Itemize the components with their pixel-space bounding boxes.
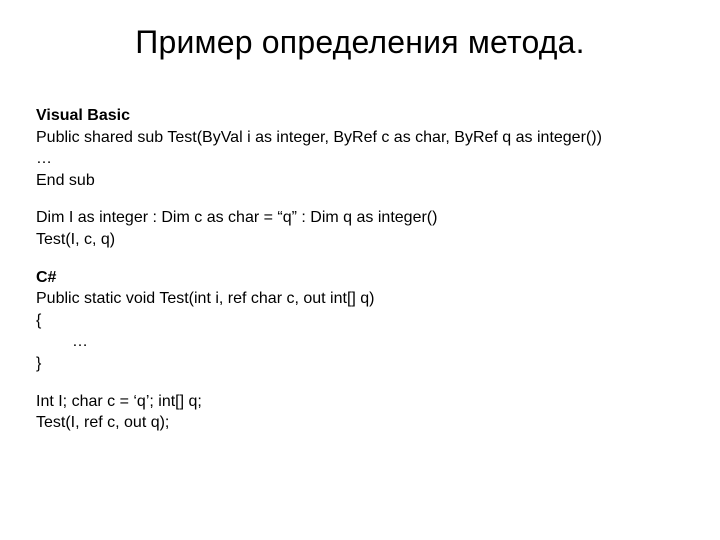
slide-title: Пример определения метода. <box>0 24 720 61</box>
vb-line-2: … <box>36 148 700 170</box>
csharp-line-2: { <box>36 310 700 332</box>
slide-body: Visual Basic Public shared sub Test(ByVa… <box>0 105 720 434</box>
vb-line-3: End sub <box>36 170 700 192</box>
vb-heading: Visual Basic <box>36 105 700 127</box>
csharp-line-3: … <box>36 331 700 353</box>
csharp-line-6: Test(I, ref c, out q); <box>36 412 700 434</box>
spacer <box>36 251 700 267</box>
spacer <box>36 375 700 391</box>
csharp-line-5: Int I; char c = ‘q’; int[] q; <box>36 391 700 413</box>
csharp-heading: C# <box>36 267 700 289</box>
csharp-line-4: } <box>36 353 700 375</box>
csharp-line-1: Public static void Test(int i, ref char … <box>36 288 700 310</box>
slide: Пример определения метода. Visual Basic … <box>0 24 720 540</box>
vb-line-1: Public shared sub Test(ByVal i as intege… <box>36 127 700 149</box>
vb-line-4: Dim I as integer : Dim c as char = “q” :… <box>36 207 700 229</box>
vb-line-5: Test(I, c, q) <box>36 229 700 251</box>
spacer <box>36 191 700 207</box>
